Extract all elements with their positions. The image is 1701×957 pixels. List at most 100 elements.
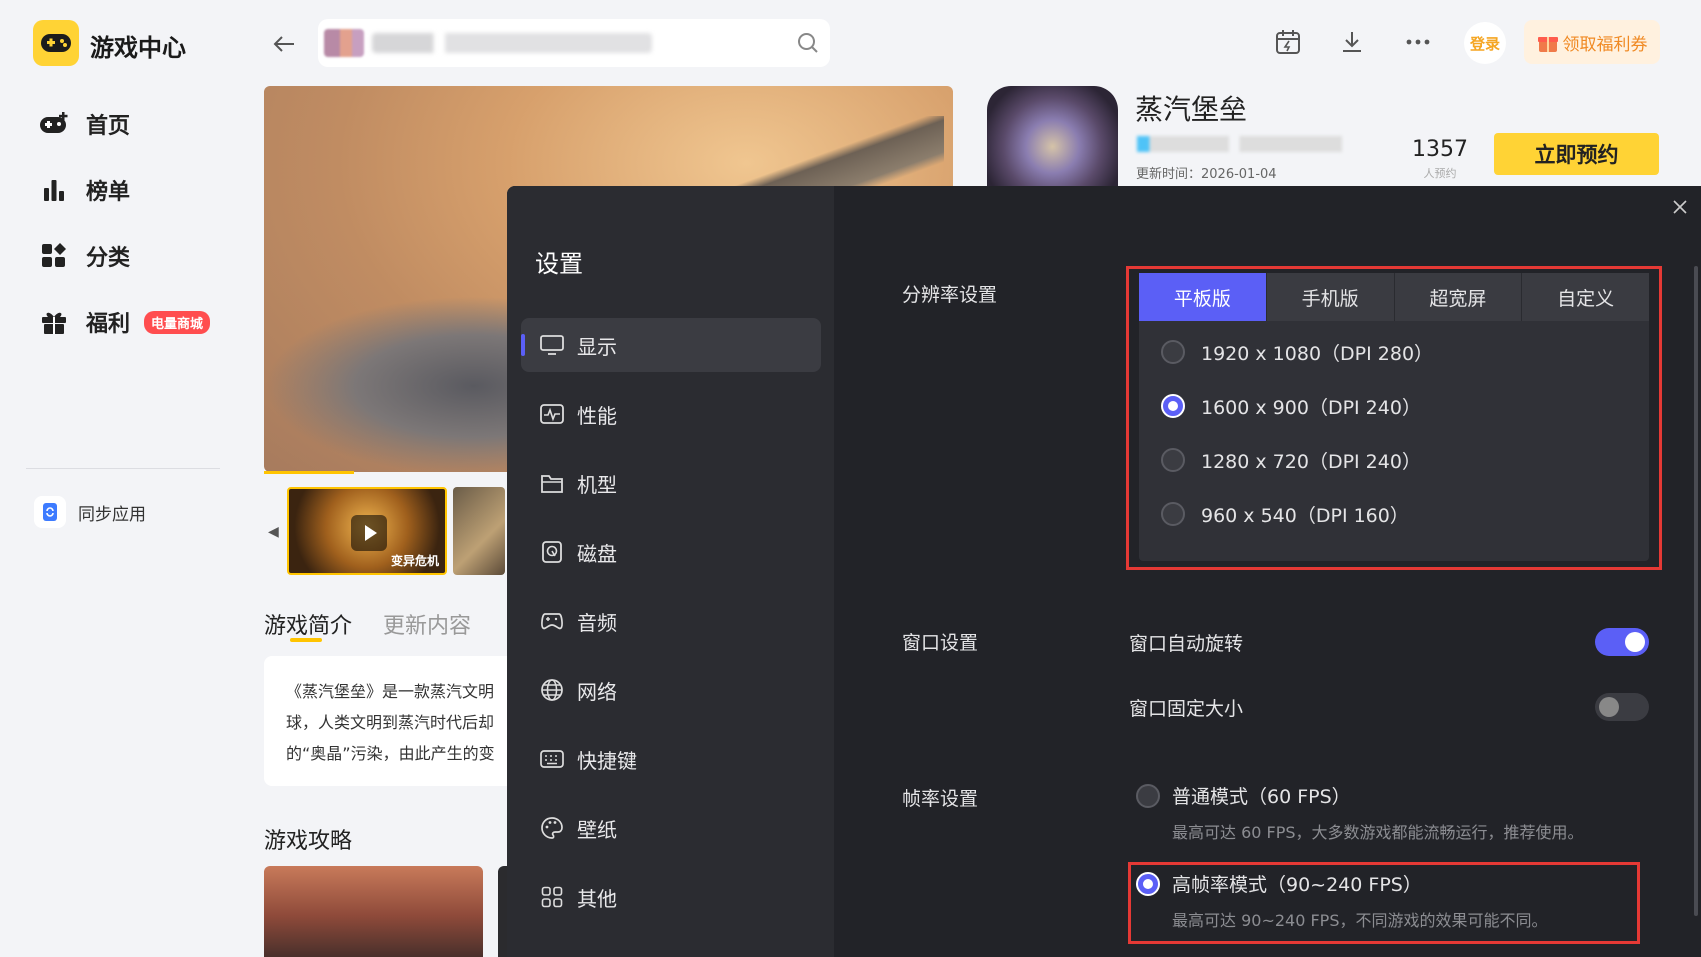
settings-menu-label: 网络 [577, 679, 617, 704]
sidebar-item-label: 榜单 [86, 180, 131, 205]
settings-menu-disk[interactable]: 磁盘 [521, 525, 821, 579]
settings-sidebar: 设置 显示 性能 机型 磁盘 音频 网络 快捷键 壁纸 其他 [507, 186, 834, 957]
sidebar-item-welfare[interactable]: 福利 电量商城 [38, 302, 211, 342]
fps-normal-title: 普通模式（60 FPS） [1172, 786, 1351, 808]
coupon-button[interactable]: 领取福利券 [1524, 20, 1660, 64]
settings-menu-wallpaper[interactable]: 壁纸 [521, 801, 821, 855]
fixed-size-toggle[interactable] [1595, 693, 1649, 721]
tab-tablet[interactable]: 平板版 [1139, 273, 1267, 321]
intro-line: 的“奥晶”污染，由此产生的变 [286, 744, 495, 763]
resolution-option-1600[interactable]: 1600 x 900（DPI 240） [1161, 391, 1421, 421]
download-icon[interactable] [1334, 24, 1370, 60]
monitor-icon [539, 332, 565, 358]
hero-progress [264, 471, 354, 474]
settings-menu-other[interactable]: 其他 [521, 870, 821, 924]
guide-title: 游戏攻略 [264, 829, 353, 854]
sidebar-item-ranking[interactable]: 榜单 [38, 170, 130, 210]
tab-ultrawide[interactable]: 超宽屏 [1394, 273, 1523, 321]
tab-active-indicator [290, 638, 322, 642]
mall-badge: 电量商城 [144, 310, 211, 334]
search-input[interactable] [318, 19, 830, 67]
settings-menu-label: 性能 [577, 403, 617, 428]
resolution-tabs: 平板版 手机版 超宽屏 自定义 [1139, 273, 1649, 321]
resolution-panel: 平板版 手机版 超宽屏 自定义 1920 x 1080（DPI 280） 160… [1139, 273, 1649, 561]
resolution-option-1920[interactable]: 1920 x 1080（DPI 280） [1161, 337, 1433, 367]
sidebar-item-label: 首页 [86, 114, 131, 139]
resolution-option-label: 1600 x 900（DPI 240） [1201, 396, 1421, 419]
tab-intro[interactable]: 游戏简介 [264, 608, 352, 640]
back-button[interactable] [268, 28, 300, 60]
performance-icon [539, 401, 565, 427]
bar-chart-icon [38, 174, 70, 206]
app-logo [33, 20, 79, 66]
fps-high-title: 高帧率模式（90~240 FPS） [1172, 874, 1422, 896]
auto-rotate-row: 窗口自动旋转 [1129, 626, 1649, 658]
radio-button-checked[interactable] [1136, 871, 1160, 896]
coupon-label: 领取福利券 [1562, 34, 1648, 55]
fixed-size-row: 窗口固定大小 [1129, 691, 1649, 723]
settings-menu-network[interactable]: 网络 [521, 663, 821, 717]
radio-button[interactable] [1136, 783, 1160, 808]
settings-modal: 设置 显示 性能 机型 磁盘 音频 网络 快捷键 壁纸 其他 分辨率设置 平板版… [507, 186, 1701, 957]
settings-scrollbar[interactable] [1694, 266, 1698, 916]
game-update-time: 更新时间：2026-01-04 [1136, 167, 1277, 182]
login-button[interactable]: 登录 [1464, 22, 1506, 64]
tab-update[interactable]: 更新内容 [383, 608, 471, 640]
search-icon[interactable] [796, 31, 820, 55]
settings-menu-label: 磁盘 [577, 541, 617, 566]
settings-menu-audio[interactable]: 音频 [521, 594, 821, 648]
tab-phone[interactable]: 手机版 [1266, 273, 1395, 321]
game-cover [987, 86, 1118, 196]
sync-icon [34, 496, 66, 528]
settings-title: 设置 [535, 250, 583, 278]
gamepad-icon [539, 608, 565, 634]
more-icon[interactable] [1400, 24, 1436, 60]
toggle-knob [1625, 632, 1645, 652]
guide-card[interactable] [264, 866, 483, 957]
reserve-button[interactable]: 立即预约 [1494, 133, 1659, 175]
settings-menu-display[interactable]: 显示 [521, 318, 821, 372]
sidebar-item-category[interactable]: 分类 [38, 236, 130, 276]
auto-rotate-label: 窗口自动旋转 [1129, 632, 1244, 655]
thumbnail-caption: 变异危机 [390, 554, 439, 568]
resolution-option-960[interactable]: 960 x 540（DPI 160） [1161, 499, 1409, 529]
sidebar-item-label: 分类 [86, 246, 131, 271]
radio-button-checked[interactable] [1161, 394, 1185, 418]
resolution-label: 分辨率设置 [902, 284, 998, 306]
sync-app-button[interactable]: 同步应用 [34, 496, 146, 528]
resolution-option-label: 1920 x 1080（DPI 280） [1201, 342, 1434, 365]
calendar-icon[interactable] [1270, 24, 1306, 60]
settings-menu-model[interactable]: 机型 [521, 456, 821, 510]
intro-line: 《蒸汽堡垒》是一款蒸汽文明 [286, 682, 495, 701]
settings-menu-shortcuts[interactable]: 快捷键 [521, 732, 821, 786]
fps-high-option[interactable]: 高帧率模式（90~240 FPS） 最高可达 90~240 FPS，不同游戏的效… [1136, 870, 1548, 931]
auto-rotate-toggle[interactable] [1595, 628, 1649, 656]
radio-button[interactable] [1161, 502, 1185, 526]
resolution-option-label: 960 x 540（DPI 160） [1201, 504, 1409, 527]
fps-normal-option[interactable]: 普通模式（60 FPS） 最高可达 60 FPS，大多数游戏都能流畅运行，推荐使… [1136, 782, 1584, 843]
reserve-count: 1357 [1412, 137, 1468, 162]
intro-line: 球，人类文明到蒸汽时代后却 [286, 713, 495, 732]
close-icon[interactable] [1667, 194, 1693, 220]
sync-app-label: 同步应用 [78, 504, 146, 525]
reserve-label: 人预约 [1423, 167, 1457, 180]
sidebar-item-home[interactable]: 首页 [38, 104, 130, 144]
thumbnail-prev-icon[interactable]: ◀ [268, 524, 279, 540]
resolution-highlight-box: 平板版 手机版 超宽屏 自定义 1920 x 1080（DPI 280） 160… [1126, 266, 1662, 570]
radio-button[interactable] [1161, 340, 1185, 364]
globe-icon [539, 677, 565, 703]
sidebar-item-label: 福利 [86, 312, 131, 337]
settings-content: 分辨率设置 平板版 手机版 超宽屏 自定义 1920 x 1080（DPI 28… [834, 186, 1701, 957]
video-thumbnail[interactable]: 变异危机 [287, 487, 447, 575]
keyboard-icon [539, 746, 565, 772]
tab-custom[interactable]: 自定义 [1522, 273, 1649, 321]
settings-menu-performance[interactable]: 性能 [521, 387, 821, 441]
image-thumbnail[interactable] [453, 487, 505, 575]
play-icon [351, 515, 387, 551]
radio-button[interactable] [1161, 448, 1185, 472]
fps-settings-label: 帧率设置 [902, 788, 979, 810]
resolution-option-1280[interactable]: 1280 x 720（DPI 240） [1161, 445, 1421, 475]
sidebar-divider [26, 468, 220, 469]
search-game-thumbnail [324, 29, 364, 57]
arrow-left-icon [273, 36, 294, 52]
